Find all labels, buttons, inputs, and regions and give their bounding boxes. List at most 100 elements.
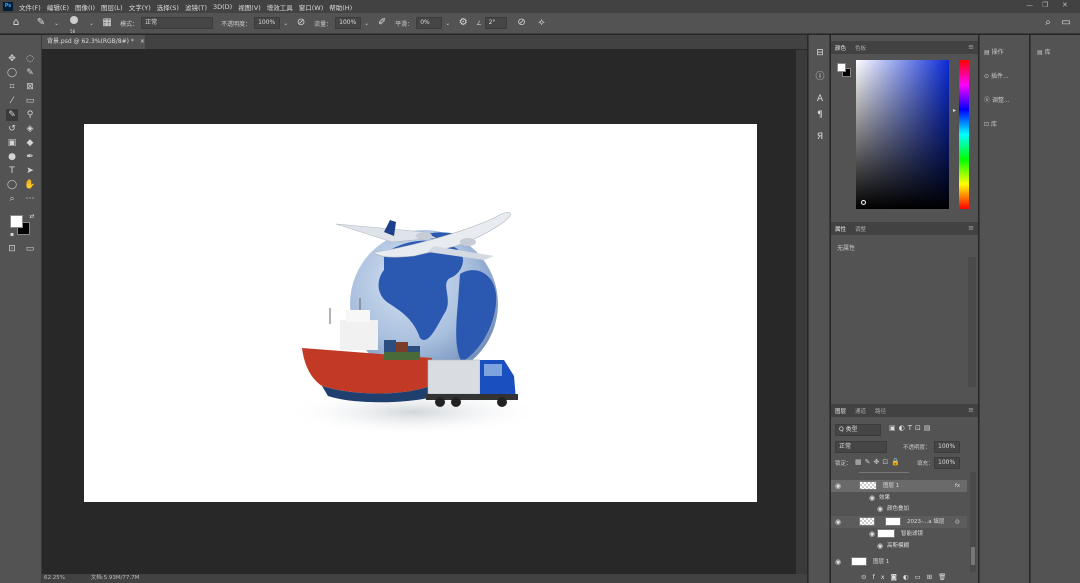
smart-object-row[interactable]: ◉ 2023-...a 填层 ◎ xyxy=(831,516,967,528)
smoothing-input[interactable]: 0% xyxy=(416,17,443,29)
layers-bottom-actions[interactable]: ⊝fx◙◐▭⊞🗑 xyxy=(861,573,952,581)
menu-view[interactable]: 视图(V) xyxy=(238,2,261,12)
fill-input[interactable]: 100% xyxy=(934,457,960,469)
visibility-eye-icon[interactable]: ◉ xyxy=(835,480,841,492)
vertical-scrollbar[interactable] xyxy=(796,50,807,574)
search-icon[interactable]: ⌕ xyxy=(1041,16,1055,30)
dropdown-arrow-icon[interactable]: ⌄ xyxy=(283,20,288,27)
paragraph-icon[interactable]: ¶ xyxy=(814,109,826,121)
tab-properties[interactable]: 属性 xyxy=(835,225,846,233)
foreground-color-swatch[interactable] xyxy=(10,215,23,228)
dropdown-arrow-icon[interactable]: ⌄ xyxy=(89,20,94,27)
brush-panel-icon[interactable]: ▦ xyxy=(100,16,114,30)
brush-preset-icon[interactable]: 56 xyxy=(65,16,83,34)
color-field[interactable] xyxy=(856,60,949,209)
more-tools-icon[interactable]: ⋯ xyxy=(24,193,36,205)
visibility-eye-icon[interactable]: ◉ xyxy=(877,503,883,515)
type-tool-icon[interactable]: T xyxy=(6,165,18,177)
tab-channels[interactable]: 通道 xyxy=(855,407,866,415)
color-picker-handle[interactable] xyxy=(861,200,866,205)
close-tab-icon[interactable]: × xyxy=(140,38,145,45)
document-tab[interactable]: 背景.psd @ 62.3%(RGB/8#) * × xyxy=(42,35,145,49)
panel-menu-icon[interactable]: ≡ xyxy=(968,222,974,235)
tab-color[interactable]: 颜色 xyxy=(835,44,846,52)
gradient-tool-icon[interactable]: ▣ xyxy=(6,137,18,149)
side-item-plugins[interactable]: ⊙ 插件... xyxy=(984,71,1009,80)
stamp-tool-icon[interactable]: ⚲ xyxy=(24,109,36,121)
layers-scrollbar[interactable] xyxy=(970,472,976,572)
menu-select[interactable]: 选择(S) xyxy=(157,2,179,12)
document-size[interactable]: 文档:5.93M/77.7M xyxy=(91,575,140,581)
quick-mask-icon[interactable]: ⊡ xyxy=(6,243,18,255)
side-item-actions[interactable]: ▤ 操作 xyxy=(984,47,1004,56)
hue-slider[interactable] xyxy=(959,60,969,209)
history-brush-icon[interactable]: ↺ xyxy=(6,123,18,135)
screen-mode-icon[interactable]: ▭ xyxy=(24,243,36,255)
history-icon[interactable]: ⊟ xyxy=(814,47,826,59)
opacity-input[interactable]: 100% xyxy=(254,17,281,29)
layer-opacity-input[interactable]: 100% xyxy=(934,441,960,453)
visibility-eye-icon[interactable]: ◉ xyxy=(835,516,841,528)
layer-row[interactable]: ◉ 图层 1 xyxy=(831,556,967,568)
move-tool-icon[interactable]: ✥ xyxy=(6,53,18,65)
panel-menu-icon[interactable]: ≡ xyxy=(968,404,974,417)
workspace-icon[interactable]: ▭ xyxy=(1059,16,1073,30)
side-item-adjustments[interactable]: ⓑ 调整... xyxy=(984,95,1010,104)
layer-filter-icons[interactable]: ▣◐T⊡▤ xyxy=(889,424,933,432)
layer-row[interactable]: ◉ 图层 1 fx xyxy=(831,480,967,492)
dropdown-arrow-icon[interactable]: ⌄ xyxy=(445,20,450,27)
layer-effect-row[interactable]: ◉ 颜色叠加 xyxy=(831,503,967,515)
menu-file[interactable]: 文件(F) xyxy=(19,2,41,12)
visibility-eye-icon[interactable]: ◉ xyxy=(869,528,875,540)
menu-help[interactable]: 帮助(H) xyxy=(329,2,352,12)
zoom-level[interactable]: 62.25% xyxy=(44,575,65,581)
settings-gear-icon[interactable]: ⚙ xyxy=(456,16,470,30)
patch-tool-icon[interactable]: ▭ xyxy=(24,95,36,107)
airbrush-icon[interactable]: ✐ xyxy=(375,16,389,30)
menu-3d[interactable]: 3D(D) xyxy=(213,3,232,11)
layer-name[interactable]: 2023-...a 填层 xyxy=(907,516,944,528)
swap-colors-icon[interactable]: ⇄ xyxy=(26,211,38,223)
color-fg-swatch[interactable] xyxy=(837,63,846,72)
dropdown-arrow-icon[interactable]: ⌄ xyxy=(54,20,59,27)
eraser-tool-icon[interactable]: ◈ xyxy=(24,123,36,135)
document-canvas[interactable] xyxy=(84,124,757,502)
default-colors-icon[interactable]: ▪ xyxy=(6,229,18,241)
zoom-tool-icon[interactable]: ⌕ xyxy=(6,193,18,205)
layer-name[interactable]: 图层 1 xyxy=(883,480,899,492)
menu-image[interactable]: 图像(I) xyxy=(75,2,95,12)
symmetry-icon[interactable]: ⟡ xyxy=(535,16,549,30)
brush-tool-icon[interactable]: ✎ xyxy=(34,16,48,30)
hue-slider-arrow-icon[interactable]: ▸ xyxy=(953,107,956,114)
tab-adjustments[interactable]: 调整 xyxy=(855,225,866,233)
marquee-tool-icon[interactable]: ◌ xyxy=(24,53,36,65)
frame-tool-icon[interactable]: ⊠ xyxy=(24,81,36,93)
tab-layers[interactable]: 图层 xyxy=(835,407,846,415)
dodge-tool-icon[interactable]: ● xyxy=(6,151,18,163)
lock-icons[interactable]: ▦✎✥⊡🔒 xyxy=(855,458,903,466)
panel-menu-icon[interactable]: ≡ xyxy=(968,41,974,54)
crop-tool-icon[interactable]: ⌗ xyxy=(6,81,18,93)
flow-input[interactable]: 100% xyxy=(335,17,362,29)
blur-tool-icon[interactable]: ◆ xyxy=(24,137,36,149)
home-icon[interactable]: ⌂ xyxy=(9,16,23,30)
mode-select[interactable]: 正常 xyxy=(141,17,214,29)
menu-filter[interactable]: 滤镜(T) xyxy=(185,2,207,12)
lasso-tool-icon[interactable]: ◯ xyxy=(6,67,18,79)
library-panel-tab[interactable]: ▤ 库 xyxy=(1037,47,1051,56)
close-button[interactable]: ✕ xyxy=(1062,1,1068,9)
tab-swatches[interactable]: 色板 xyxy=(855,44,866,52)
character-icon[interactable]: A xyxy=(814,93,826,105)
layer-filter-select[interactable]: Q 类型 xyxy=(835,424,881,436)
pen-tool-icon[interactable]: ✒ xyxy=(24,151,36,163)
angle-input[interactable]: 2° xyxy=(484,17,507,29)
layer-row-partial[interactable] xyxy=(831,472,967,474)
tab-paths[interactable]: 路径 xyxy=(875,407,886,415)
filter-row[interactable]: ◉ 高斯模糊 xyxy=(831,540,967,552)
quick-select-icon[interactable]: ✎ xyxy=(24,67,36,79)
menu-window[interactable]: 窗口(W) xyxy=(299,2,324,12)
smart-filters-row[interactable]: ◉ 智能滤镜 xyxy=(831,528,967,540)
fx-badge[interactable]: fx xyxy=(955,480,960,492)
restore-button[interactable]: ❐ xyxy=(1042,1,1048,9)
menu-type[interactable]: 文字(Y) xyxy=(129,2,151,12)
